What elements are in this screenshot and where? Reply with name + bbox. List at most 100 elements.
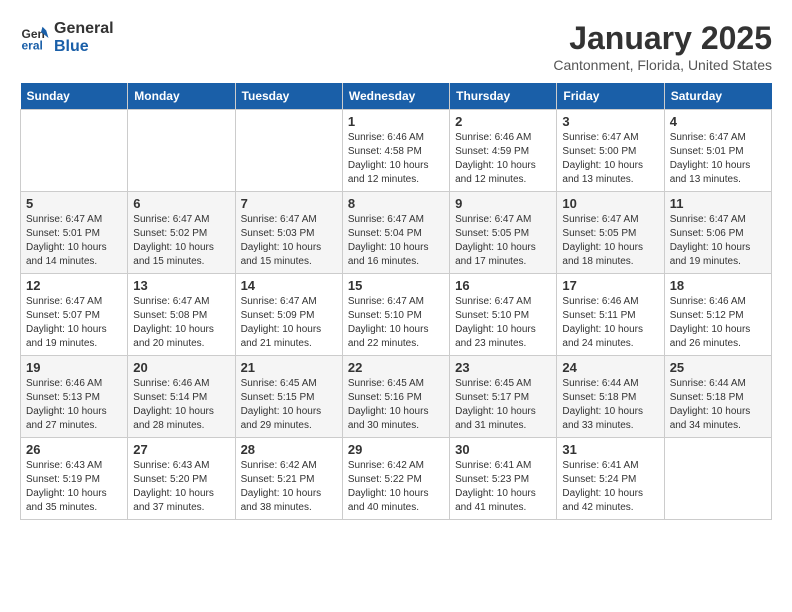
day-info: Sunrise: 6:47 AMSunset: 5:07 PMDaylight:… [26, 295, 122, 351]
day-cell: 28 Sunrise: 6:42 AMSunset: 5:21 PMDayligh… [235, 438, 342, 520]
day-cell: 10 Sunrise: 6:47 AMSunset: 5:05 PMDayligh… [557, 192, 664, 274]
weekday-header-saturday: Saturday [664, 83, 771, 110]
day-info: Sunrise: 6:41 AMSunset: 5:23 PMDaylight:… [455, 459, 551, 515]
title-block: January 2025 Cantonment, Florida, United… [553, 20, 772, 73]
day-number: 24 [562, 360, 658, 375]
day-info: Sunrise: 6:45 AMSunset: 5:15 PMDaylight:… [241, 377, 337, 433]
week-row-2: 5 Sunrise: 6:47 AMSunset: 5:01 PMDaylight… [21, 192, 772, 274]
day-cell: 11 Sunrise: 6:47 AMSunset: 5:06 PMDayligh… [664, 192, 771, 274]
day-number: 3 [562, 114, 658, 129]
calendar-table: SundayMondayTuesdayWednesdayThursdayFrid… [20, 83, 772, 520]
day-info: Sunrise: 6:47 AMSunset: 5:06 PMDaylight:… [670, 213, 766, 269]
day-cell: 1 Sunrise: 6:46 AMSunset: 4:58 PMDaylight… [342, 110, 449, 192]
day-cell: 30 Sunrise: 6:41 AMSunset: 5:23 PMDayligh… [450, 438, 557, 520]
month-title: January 2025 [553, 20, 772, 57]
logo-icon: Gen eral [20, 23, 50, 53]
day-number: 5 [26, 196, 122, 211]
day-info: Sunrise: 6:47 AMSunset: 5:10 PMDaylight:… [348, 295, 444, 351]
day-number: 10 [562, 196, 658, 211]
day-info: Sunrise: 6:43 AMSunset: 5:20 PMDaylight:… [133, 459, 229, 515]
day-number: 2 [455, 114, 551, 129]
day-number: 22 [348, 360, 444, 375]
day-info: Sunrise: 6:47 AMSunset: 5:10 PMDaylight:… [455, 295, 551, 351]
day-info: Sunrise: 6:47 AMSunset: 5:01 PMDaylight:… [670, 131, 766, 187]
logo: Gen eral General Blue [20, 20, 114, 55]
day-info: Sunrise: 6:42 AMSunset: 5:21 PMDaylight:… [241, 459, 337, 515]
logo-text-general: General [54, 20, 114, 38]
day-cell: 17Sunrise: 6:46 AMSunset: 5:11 PMDayligh… [557, 274, 664, 356]
day-info: Sunrise: 6:47 AMSunset: 5:01 PMDaylight:… [26, 213, 122, 269]
day-info: Sunrise: 6:47 AMSunset: 5:08 PMDaylight:… [133, 295, 229, 351]
location: Cantonment, Florida, United States [553, 57, 772, 73]
day-number: 9 [455, 196, 551, 211]
day-cell: 26 Sunrise: 6:43 AMSunset: 5:19 PMDayligh… [21, 438, 128, 520]
day-info: Sunrise: 6:47 AMSunset: 5:09 PMDaylight:… [241, 295, 337, 351]
day-cell: 22 Sunrise: 6:45 AMSunset: 5:16 PMDayligh… [342, 356, 449, 438]
day-cell: 8Sunrise: 6:47 AMSunset: 5:04 PMDaylight… [342, 192, 449, 274]
week-row-1: 1 Sunrise: 6:46 AMSunset: 4:58 PMDaylight… [21, 110, 772, 192]
day-cell: 9 Sunrise: 6:47 AMSunset: 5:05 PMDaylight… [450, 192, 557, 274]
header-row: SundayMondayTuesdayWednesdayThursdayFrid… [21, 83, 772, 110]
day-info: Sunrise: 6:44 AMSunset: 5:18 PMDaylight:… [562, 377, 658, 433]
day-number: 30 [455, 442, 551, 457]
week-row-5: 26 Sunrise: 6:43 AMSunset: 5:19 PMDayligh… [21, 438, 772, 520]
day-cell: 7Sunrise: 6:47 AMSunset: 5:03 PMDaylight… [235, 192, 342, 274]
day-info: Sunrise: 6:46 AMSunset: 5:12 PMDaylight:… [670, 295, 766, 351]
day-cell [128, 110, 235, 192]
day-cell [235, 110, 342, 192]
day-info: Sunrise: 6:46 AMSunset: 5:14 PMDaylight:… [133, 377, 229, 433]
day-cell: 31 Sunrise: 6:41 AMSunset: 5:24 PMDayligh… [557, 438, 664, 520]
day-info: Sunrise: 6:41 AMSunset: 5:24 PMDaylight:… [562, 459, 658, 515]
day-info: Sunrise: 6:46 AMSunset: 4:58 PMDaylight:… [348, 131, 444, 187]
day-number: 23 [455, 360, 551, 375]
weekday-header-monday: Monday [128, 83, 235, 110]
day-cell: 25Sunrise: 6:44 AMSunset: 5:18 PMDayligh… [664, 356, 771, 438]
day-number: 16 [455, 278, 551, 293]
weekday-header-wednesday: Wednesday [342, 83, 449, 110]
day-cell: 5 Sunrise: 6:47 AMSunset: 5:01 PMDaylight… [21, 192, 128, 274]
day-cell [21, 110, 128, 192]
day-number: 11 [670, 196, 766, 211]
day-info: Sunrise: 6:47 AMSunset: 5:04 PMDaylight:… [348, 213, 444, 269]
day-number: 29 [348, 442, 444, 457]
day-number: 4 [670, 114, 766, 129]
day-cell: 4 Sunrise: 6:47 AMSunset: 5:01 PMDaylight… [664, 110, 771, 192]
day-info: Sunrise: 6:47 AMSunset: 5:05 PMDaylight:… [562, 213, 658, 269]
page-header: Gen eral General Blue January 2025 Canto… [20, 20, 772, 73]
day-cell: 24 Sunrise: 6:44 AMSunset: 5:18 PMDayligh… [557, 356, 664, 438]
day-cell: 19Sunrise: 6:46 AMSunset: 5:13 PMDayligh… [21, 356, 128, 438]
day-cell: 29 Sunrise: 6:42 AMSunset: 5:22 PMDayligh… [342, 438, 449, 520]
day-info: Sunrise: 6:47 AMSunset: 5:05 PMDaylight:… [455, 213, 551, 269]
day-number: 12 [26, 278, 122, 293]
day-cell: 21Sunrise: 6:45 AMSunset: 5:15 PMDayligh… [235, 356, 342, 438]
day-number: 6 [133, 196, 229, 211]
day-info: Sunrise: 6:47 AMSunset: 5:00 PMDaylight:… [562, 131, 658, 187]
day-cell: 27 Sunrise: 6:43 AMSunset: 5:20 PMDayligh… [128, 438, 235, 520]
day-cell: 16 Sunrise: 6:47 AMSunset: 5:10 PMDayligh… [450, 274, 557, 356]
day-cell: 3 Sunrise: 6:47 AMSunset: 5:00 PMDaylight… [557, 110, 664, 192]
day-number: 20 [133, 360, 229, 375]
day-number: 15 [348, 278, 444, 293]
day-info: Sunrise: 6:43 AMSunset: 5:19 PMDaylight:… [26, 459, 122, 515]
day-info: Sunrise: 6:47 AMSunset: 5:02 PMDaylight:… [133, 213, 229, 269]
day-number: 25 [670, 360, 766, 375]
day-info: Sunrise: 6:45 AMSunset: 5:17 PMDaylight:… [455, 377, 551, 433]
day-cell [664, 438, 771, 520]
day-number: 28 [241, 442, 337, 457]
svg-text:eral: eral [22, 38, 43, 52]
day-info: Sunrise: 6:46 AMSunset: 4:59 PMDaylight:… [455, 131, 551, 187]
day-number: 27 [133, 442, 229, 457]
day-number: 31 [562, 442, 658, 457]
day-info: Sunrise: 6:42 AMSunset: 5:22 PMDaylight:… [348, 459, 444, 515]
day-cell: 6 Sunrise: 6:47 AMSunset: 5:02 PMDaylight… [128, 192, 235, 274]
day-number: 19 [26, 360, 122, 375]
day-cell: 20 Sunrise: 6:46 AMSunset: 5:14 PMDayligh… [128, 356, 235, 438]
day-info: Sunrise: 6:45 AMSunset: 5:16 PMDaylight:… [348, 377, 444, 433]
day-number: 26 [26, 442, 122, 457]
logo-text-blue: Blue [54, 38, 114, 56]
day-number: 13 [133, 278, 229, 293]
day-cell: 12 Sunrise: 6:47 AMSunset: 5:07 PMDayligh… [21, 274, 128, 356]
day-number: 1 [348, 114, 444, 129]
day-info: Sunrise: 6:46 AMSunset: 5:11 PMDaylight:… [562, 295, 658, 351]
day-number: 14 [241, 278, 337, 293]
